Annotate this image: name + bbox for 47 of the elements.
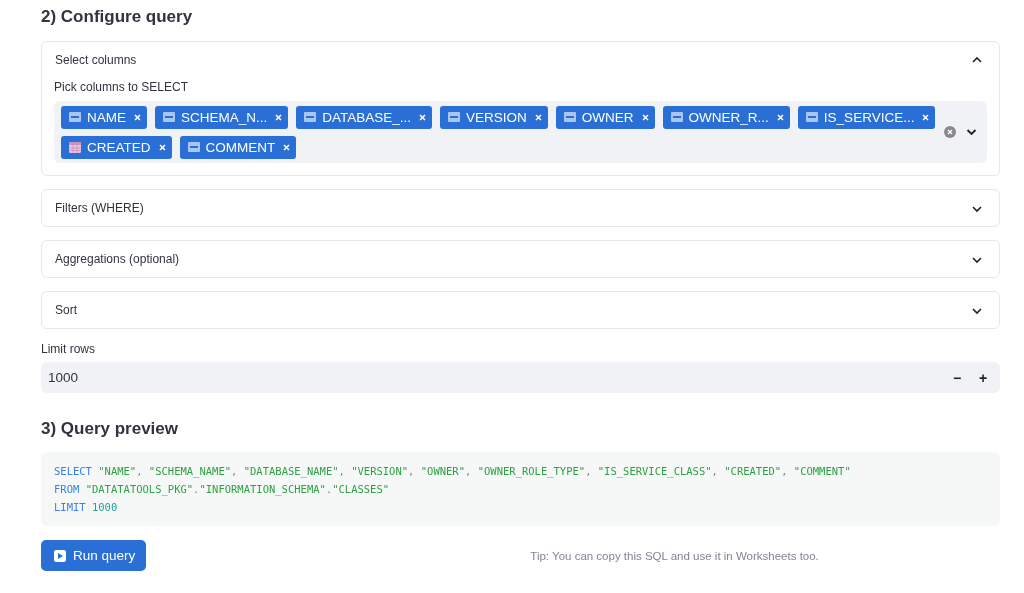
- section-heading: 2) Configure query: [41, 6, 194, 28]
- code-line: SELECT "NAME", "SCHEMA_NAME", "DATABASE_NAME", "VERSION", "OWNER", "OWNER_ROLE_TYPE", "IS_SERVICE_CLASS", "CREATED", "COMMENT": [54, 464, 852, 480]
- remove-icon: [641, 113, 649, 121]
- code-line: LIMIT 1000: [54, 500, 119, 515]
- column-chip[interactable]: COMMENT: [179, 135, 297, 159]
- run-query-button[interactable]: Run query: [41, 540, 147, 571]
- field-label: Pick columns to SELECT: [54, 80, 190, 94]
- expander-header[interactable]: Filters (WHERE): [55, 201, 144, 215]
- column-chip[interactable]: CREATED: [61, 135, 172, 159]
- expander-header[interactable]: Select columns: [55, 53, 137, 67]
- decrement-button[interactable]: −: [946, 365, 968, 390]
- remove-icon: [776, 113, 784, 121]
- multiselect-field[interactable]: NAME SCHEMA_N... DATABASE_... VERSION OWNER OWNER_R... IS_SERVICE... CREATED COMMENT: [54, 101, 987, 163]
- number-input-field[interactable]: 1000 − +: [41, 362, 1000, 393]
- text-type-icon: [448, 111, 461, 123]
- text-type-icon: [163, 111, 175, 123]
- section-heading: 3) Query preview: [41, 418, 179, 440]
- remove-icon: [922, 113, 930, 121]
- field-label: Limit rows: [41, 342, 96, 356]
- remove-icon: [275, 113, 283, 121]
- remove-icon: [158, 143, 166, 151]
- remove-icon: [283, 143, 291, 151]
- column-chip[interactable]: IS_SERVICE...: [797, 105, 936, 129]
- expander-header[interactable]: Aggregations (optional): [55, 252, 180, 266]
- remove-icon: [534, 113, 542, 121]
- text-type-icon: [563, 111, 576, 123]
- play-icon: [54, 549, 66, 562]
- column-chip[interactable]: DATABASE_...: [296, 105, 433, 129]
- text-type-icon: [69, 111, 81, 123]
- remove-icon: [134, 113, 141, 121]
- column-chip[interactable]: OWNER: [555, 105, 655, 129]
- column-chip[interactable]: OWNER_R...: [662, 105, 790, 129]
- chevron-down-icon: [966, 128, 977, 136]
- code-line: FROM "DATATATOOLS_PKG"."INFORMATION_SCHEMA"."CLASSES": [54, 482, 391, 498]
- text-type-icon: [187, 141, 200, 153]
- remove-icon: [419, 113, 427, 121]
- clear-icon: [944, 126, 956, 138]
- text-type-icon: [304, 111, 317, 123]
- expander-header[interactable]: Sort: [55, 303, 77, 317]
- column-chip[interactable]: SCHEMA_N...: [155, 105, 289, 129]
- column-chip[interactable]: NAME: [61, 105, 147, 129]
- column-chip[interactable]: VERSION: [440, 105, 548, 129]
- calendar-icon: [69, 141, 81, 153]
- text-type-icon: [670, 111, 683, 123]
- increment-button[interactable]: +: [972, 365, 994, 390]
- text-type-icon: [805, 111, 818, 123]
- tip-text: Tip: You can copy this SQL and use it in Worksheets too.: [530, 549, 819, 562]
